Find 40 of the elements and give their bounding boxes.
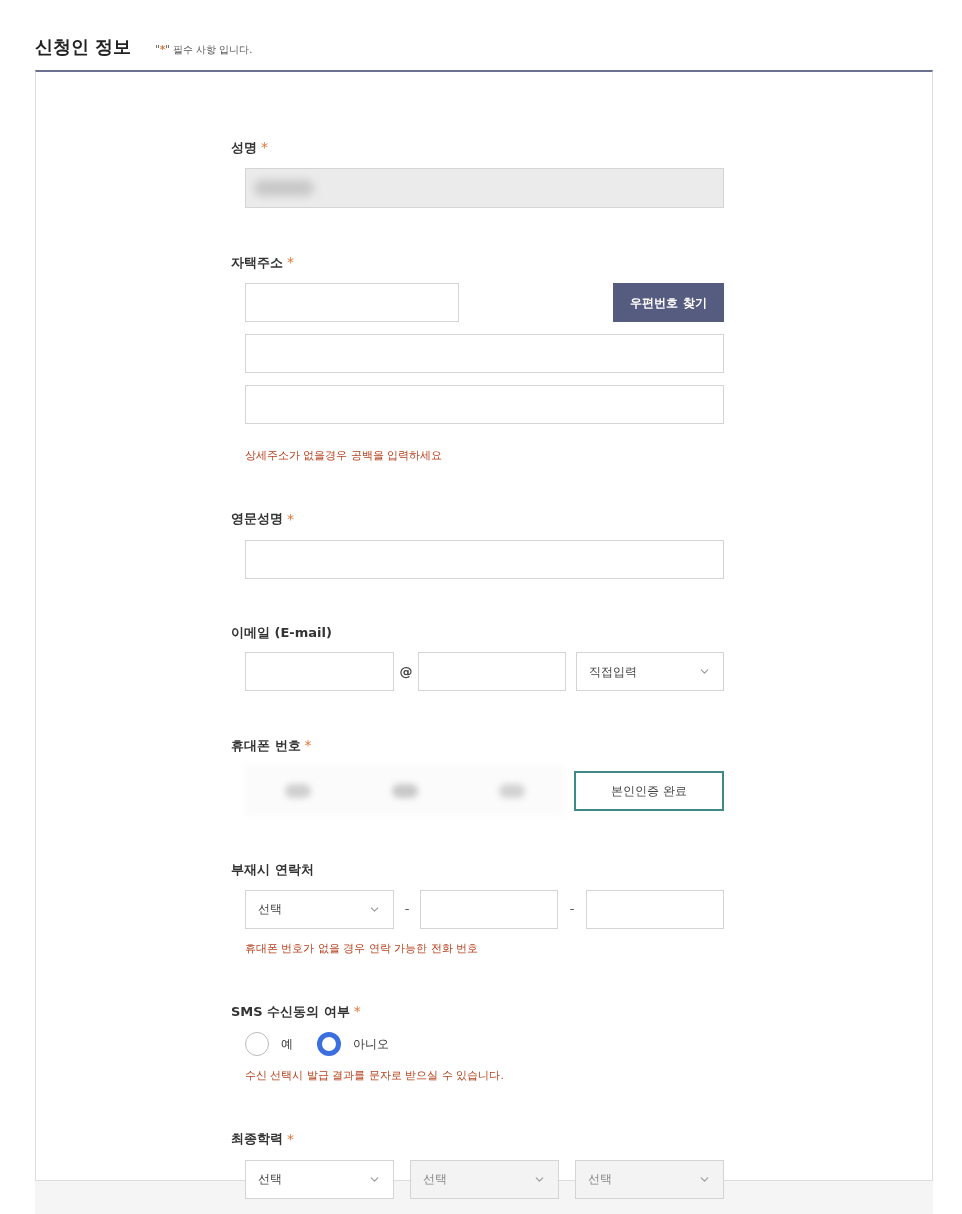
field-label: 자택주소 [231,253,283,272]
field-label: 휴대폰 번호 [231,736,301,755]
email-id-field[interactable] [245,652,394,691]
input-field[interactable] [245,539,724,579]
email-domain-field[interactable] [418,652,566,691]
required-note: "*" 필수 사항 입니다. [155,43,253,57]
field-label: 영문성명 [231,510,283,529]
field-label: SMS 수신동의 여부 [231,1002,350,1021]
field-label: 성명 [231,138,257,157]
help-text: 휴대폰 번호가 없을 경우 연락 가능한 전화 번호 [245,940,480,957]
input-field[interactable] [586,889,724,929]
field-label: 이메일 (E-mail) [231,623,332,642]
required-mark: * [353,1002,361,1021]
field-label: 부재시 연락처 [231,861,314,879]
dropdown[interactable]: 선택 [245,889,394,929]
dropdown[interactable]: 선택 [245,1159,394,1199]
dash: - [403,900,411,919]
dropdown[interactable]: 직접입력 [576,652,724,691]
at-sign: @ [398,662,414,681]
radio-label: 아니오 [353,1036,389,1053]
required-mark: * [287,1129,294,1149]
required-mark: * [287,509,294,529]
radio-button[interactable] [317,1032,341,1056]
section-title: 신청인 정보 [35,35,132,59]
help-text: 수신 선택시 발급 결과를 문자로 받으실 수 있습니다. [245,1068,505,1084]
radio-button[interactable] [245,1032,269,1056]
input-field[interactable] [245,385,724,424]
required-mark: * [261,138,268,157]
input-field[interactable] [420,889,558,929]
help-text: 상세주소가 없을경우 공백을 입력하세요 [245,448,444,464]
redacted-value [254,180,314,196]
required-mark: * [287,253,294,272]
field-label: 최종학력 [231,1130,283,1149]
dash: - [568,900,576,919]
input-field[interactable] [245,334,724,373]
required-mark: * [304,736,312,755]
verification-complete-button[interactable]: 본인인증 완료 [574,771,724,811]
radio-label: 예 [281,1036,293,1053]
zip-code-field[interactable] [245,283,459,322]
find-zip-code-button[interactable]: 우편번호 찾기 [613,283,724,322]
